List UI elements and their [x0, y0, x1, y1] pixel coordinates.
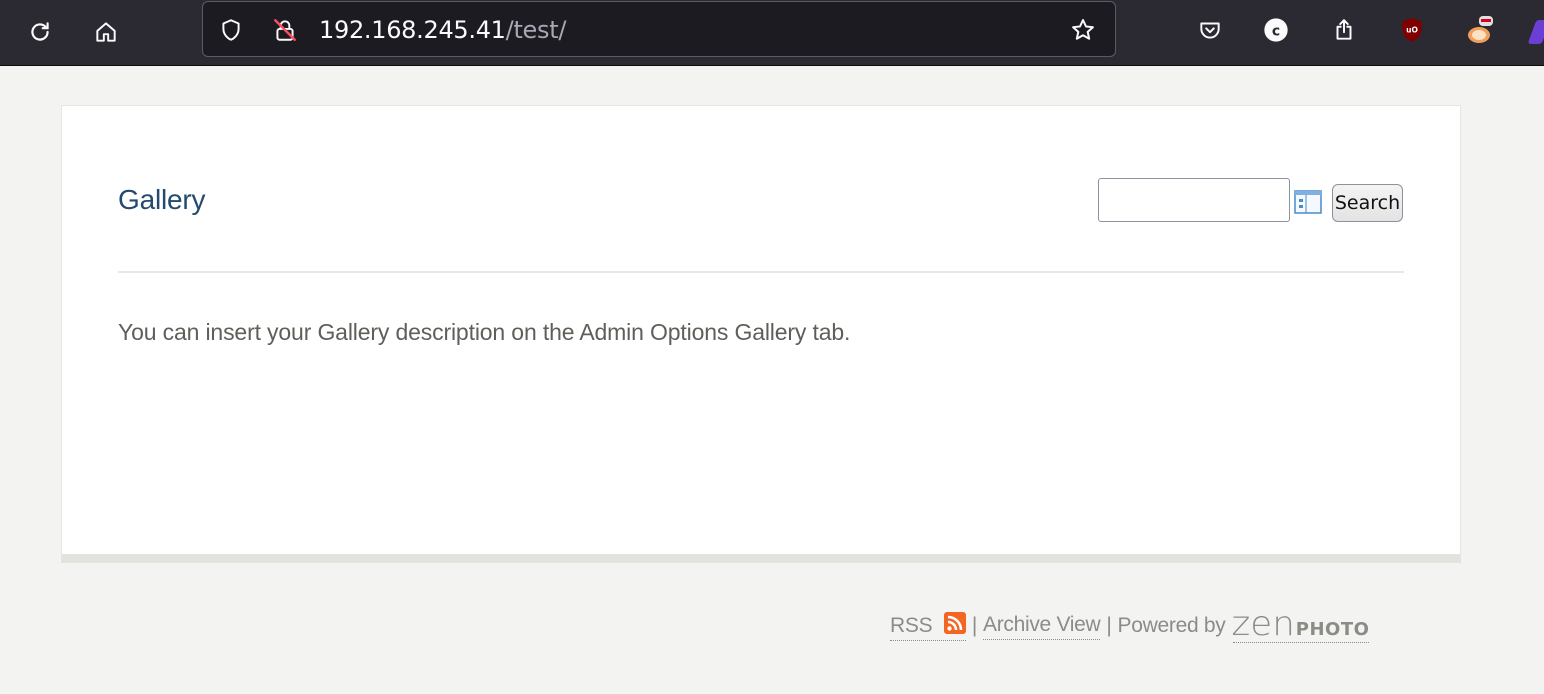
- browser-toolbar: 192.168.245.41/test/ c uO: [0, 0, 1544, 66]
- rss-feed-icon: [943, 611, 966, 634]
- gallery-title-link[interactable]: Gallery: [118, 184, 205, 216]
- search-button[interactable]: Search: [1332, 184, 1403, 222]
- rss-label: RSS: [890, 613, 933, 637]
- url-host: 192.168.245.41: [319, 16, 506, 44]
- zenphoto-logo-photo: PHOTO: [1295, 619, 1370, 640]
- url-text[interactable]: 192.168.245.41/test/: [319, 15, 566, 45]
- foxy-icon[interactable]: [1462, 12, 1498, 48]
- rss-link[interactable]: RSS: [890, 611, 966, 641]
- search-input[interactable]: [1098, 178, 1290, 222]
- ublock-icon[interactable]: uO: [1394, 12, 1430, 48]
- home-icon[interactable]: [86, 12, 126, 52]
- url-path: /test/: [505, 16, 567, 44]
- url-bar[interactable]: 192.168.245.41/test/: [202, 1, 1116, 57]
- extension-c-icon[interactable]: c: [1258, 12, 1294, 48]
- footer: RSS | Archive View | Powered by zen PHOT…: [890, 604, 1370, 646]
- share-icon[interactable]: [1326, 12, 1362, 48]
- gallery-container: Gallery Search You can insert your Galle…: [61, 105, 1461, 563]
- zenphoto-logo-link[interactable]: zen PHOTO: [1231, 604, 1370, 644]
- gallery-description: You can insert your Gallery description …: [118, 319, 851, 345]
- svg-text:c: c: [1272, 23, 1280, 39]
- powered-by-label: Powered by: [1117, 614, 1226, 637]
- pocket-icon[interactable]: [1192, 12, 1228, 48]
- divider: [118, 271, 1404, 273]
- shield-icon[interactable]: [217, 16, 245, 44]
- archive-view-link[interactable]: Archive View: [982, 613, 1101, 640]
- extension-partial-icon[interactable]: [1527, 20, 1544, 44]
- reload-icon[interactable]: [20, 12, 60, 52]
- insecure-lock-icon[interactable]: [271, 16, 299, 44]
- search-options-icon[interactable]: [1294, 190, 1322, 214]
- svg-text:uO: uO: [1406, 26, 1418, 35]
- footer-separator: |: [971, 614, 977, 637]
- zenphoto-logo-zen: zen: [1231, 604, 1296, 644]
- footer-separator: |: [1106, 614, 1112, 637]
- star-icon[interactable]: [1069, 16, 1097, 44]
